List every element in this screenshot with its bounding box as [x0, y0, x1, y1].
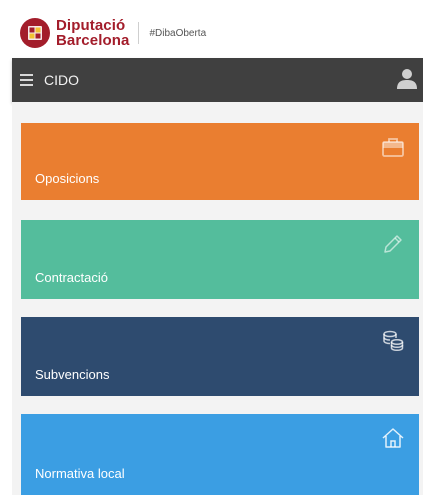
top-app-bar: CIDO [12, 58, 423, 102]
tile-label: Normativa local [35, 466, 125, 481]
tile-contractacio[interactable]: Contractació [21, 220, 419, 299]
tile-normativa-local[interactable]: Normativa local [21, 414, 419, 495]
brand-name-line1: Diputació [56, 16, 126, 34]
tile-subvencions[interactable]: Subvencions [21, 317, 419, 396]
app-title: CIDO [44, 72, 79, 88]
house-icon [382, 428, 404, 448]
hamburger-menu-icon[interactable] [18, 70, 38, 90]
hashtag-label: #DibaOberta [149, 27, 207, 39]
app-page: Diputació Barcelona #DibaOberta CIDO Opo… [0, 0, 423, 495]
pencil-icon [384, 235, 402, 253]
brand-name-line2: Barcelona [56, 32, 130, 49]
tile-label: Contractació [35, 270, 108, 285]
header-divider [138, 22, 140, 44]
brand-name[interactable]: Diputació Barcelona [56, 16, 130, 49]
coat-of-arms-icon [28, 26, 42, 40]
tile-label: Oposicions [35, 171, 100, 186]
coins-icon [383, 330, 404, 352]
user-icon[interactable] [395, 66, 419, 90]
briefcase-icon [382, 138, 404, 157]
tile-oposicions[interactable]: Oposicions [21, 123, 419, 200]
tile-label: Subvencions [35, 367, 110, 382]
diputacio-logo[interactable] [20, 18, 50, 48]
site-header: Diputació Barcelona #DibaOberta [12, 8, 423, 58]
